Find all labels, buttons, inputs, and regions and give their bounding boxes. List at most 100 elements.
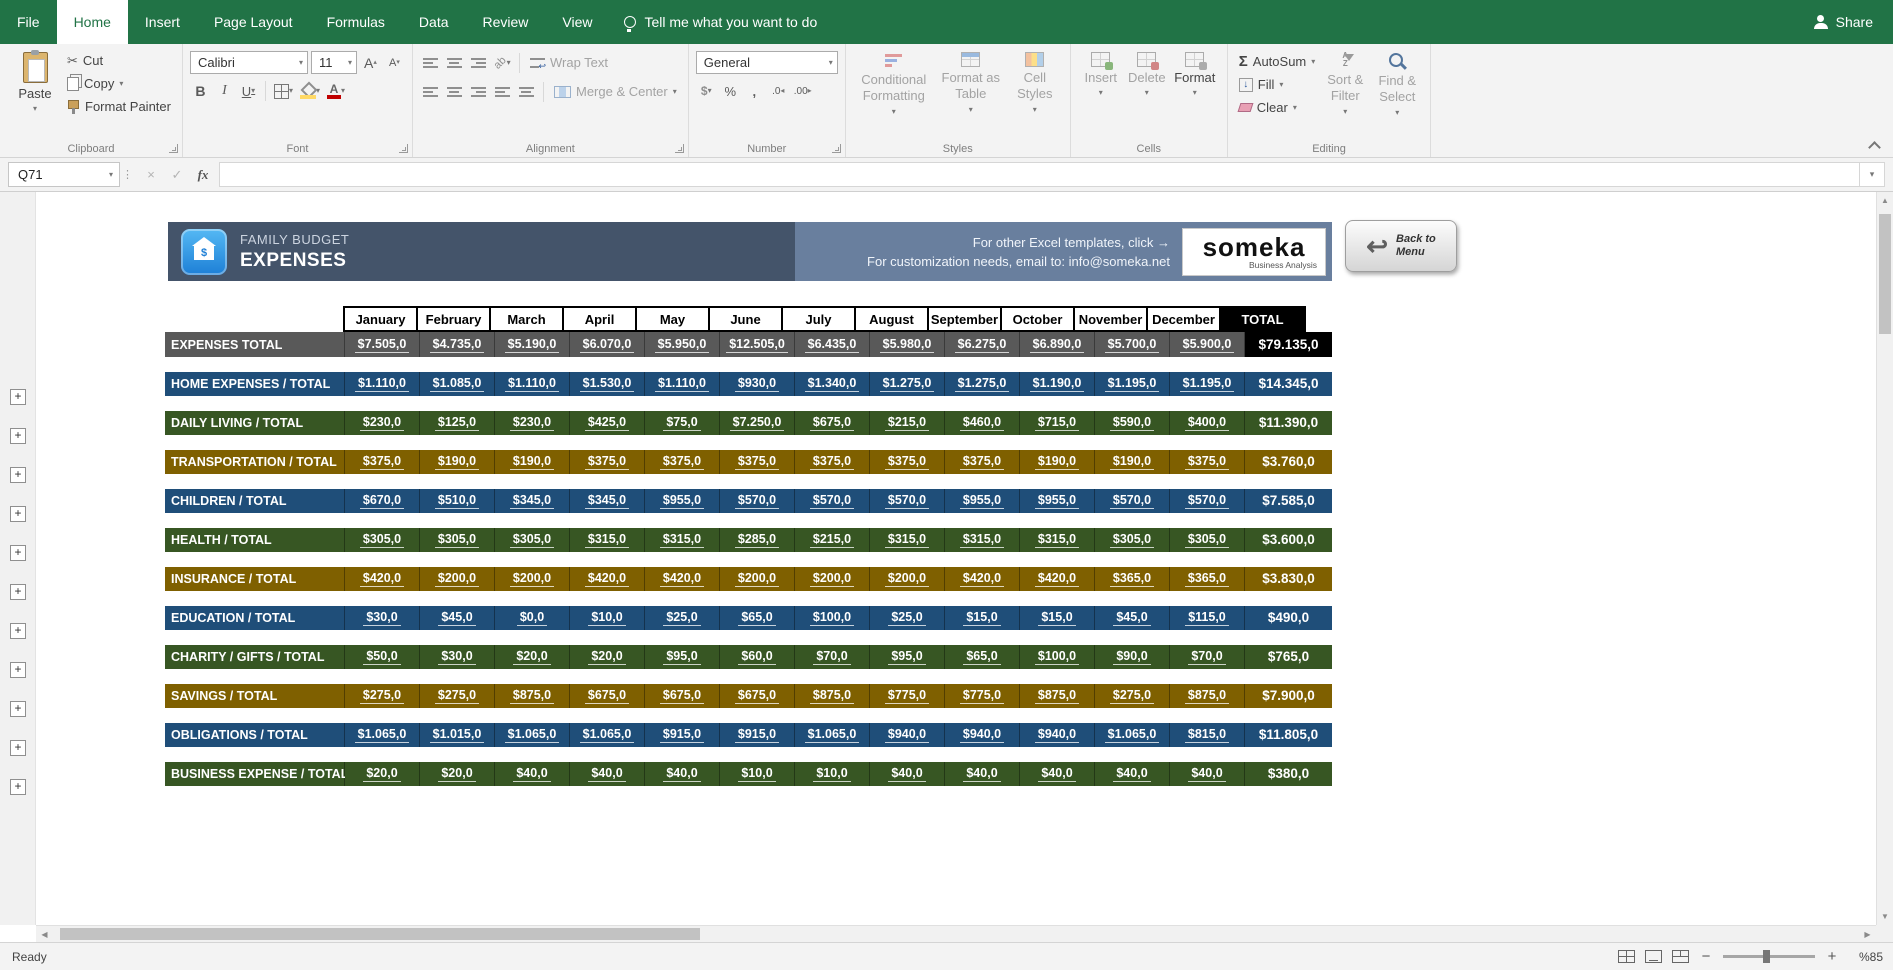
category-label-cell[interactable]: DAILY LIVING / TOTAL <box>165 411 345 435</box>
category-value-cell-april[interactable]: $20,0 <box>570 645 645 669</box>
category-value-cell-july[interactable]: $875,0 <box>795 684 870 708</box>
category-value-cell-january[interactable]: $1.065,0 <box>345 723 420 747</box>
category-value-cell-april[interactable]: $425,0 <box>570 411 645 435</box>
category-value-cell-february[interactable]: $30,0 <box>420 645 495 669</box>
category-value-cell-october[interactable]: $940,0 <box>1020 723 1095 747</box>
ribbon-tab-insert[interactable]: Insert <box>128 0 197 44</box>
format-as-table-button[interactable]: Format as Table ▾ <box>935 49 1007 135</box>
ribbon-tab-formulas[interactable]: Formulas <box>310 0 402 44</box>
category-value-cell-march[interactable]: $875,0 <box>495 684 570 708</box>
category-value-cell-november[interactable]: $40,0 <box>1095 762 1170 786</box>
expenses-total-cell-june[interactable]: $12.505,0 <box>720 332 795 357</box>
expenses-total-cell-november[interactable]: $5.700,0 <box>1095 332 1170 357</box>
category-value-cell-august[interactable]: $375,0 <box>870 450 945 474</box>
category-value-cell-february[interactable]: $510,0 <box>420 489 495 513</box>
outline-expand-button[interactable]: + <box>10 545 26 561</box>
month-header-cell-september[interactable]: September <box>927 306 1002 332</box>
increase-indent-button[interactable] <box>516 81 537 103</box>
cancel-icon[interactable]: × <box>139 163 163 187</box>
category-value-cell-november[interactable]: $365,0 <box>1095 567 1170 591</box>
horizontal-scrollbar[interactable]: ◀ ▶ <box>36 925 1876 942</box>
category-value-cell-july[interactable]: $675,0 <box>795 411 870 435</box>
category-value-cell-february[interactable]: $190,0 <box>420 450 495 474</box>
category-value-cell-january[interactable]: $305,0 <box>345 528 420 552</box>
decrease-font-size-button[interactable]: A▾ <box>384 52 405 74</box>
category-value-cell-january[interactable]: $375,0 <box>345 450 420 474</box>
category-value-cell-march[interactable]: $190,0 <box>495 450 570 474</box>
category-value-cell-december[interactable]: $570,0 <box>1170 489 1245 513</box>
borders-button[interactable]: ▾ <box>272 80 295 102</box>
category-value-cell-april[interactable]: $375,0 <box>570 450 645 474</box>
conditional-formatting-button[interactable]: Conditional Formatting ▾ <box>853 49 935 135</box>
category-value-cell-november[interactable]: $45,0 <box>1095 606 1170 630</box>
category-value-cell-august[interactable]: $570,0 <box>870 489 945 513</box>
category-value-cell-april[interactable]: $1.530,0 <box>570 372 645 396</box>
category-value-cell-april[interactable]: $315,0 <box>570 528 645 552</box>
category-value-cell-january[interactable]: $275,0 <box>345 684 420 708</box>
format-cells-button[interactable]: Format ▾ <box>1170 49 1220 135</box>
expenses-total-cell-may[interactable]: $5.950,0 <box>645 332 720 357</box>
category-value-cell-august[interactable]: $95,0 <box>870 645 945 669</box>
category-value-cell-april[interactable]: $10,0 <box>570 606 645 630</box>
category-value-cell-november[interactable]: $1.195,0 <box>1095 372 1170 396</box>
category-value-cell-september[interactable]: $955,0 <box>945 489 1020 513</box>
zoom-slider[interactable] <box>1723 955 1815 958</box>
increase-font-size-button[interactable]: A▴ <box>360 52 381 74</box>
category-value-cell-september[interactable]: $420,0 <box>945 567 1020 591</box>
outline-expand-button[interactable]: + <box>10 506 26 522</box>
underline-button[interactable]: U▾ <box>238 80 259 102</box>
zoom-slider-thumb[interactable] <box>1763 950 1770 963</box>
category-value-cell-october[interactable]: $420,0 <box>1020 567 1095 591</box>
horizontal-scroll-thumb[interactable] <box>60 928 700 940</box>
category-value-cell-june[interactable]: $65,0 <box>720 606 795 630</box>
category-value-cell-june[interactable]: $375,0 <box>720 450 795 474</box>
comma-style-button[interactable]: , <box>744 80 765 102</box>
tell-me-box[interactable]: Tell me what you want to do <box>624 0 818 44</box>
category-value-cell-june[interactable]: $10,0 <box>720 762 795 786</box>
page-break-view-icon[interactable] <box>1672 950 1689 963</box>
outline-expand-button[interactable]: + <box>10 740 26 756</box>
category-value-cell-april[interactable]: $1.065,0 <box>570 723 645 747</box>
category-value-cell-december[interactable]: $40,0 <box>1170 762 1245 786</box>
clear-button[interactable]: Clear ▾ <box>1235 96 1320 119</box>
vertical-scroll-thumb[interactable] <box>1879 214 1891 334</box>
category-value-cell-february[interactable]: $305,0 <box>420 528 495 552</box>
category-value-cell-may[interactable]: $915,0 <box>645 723 720 747</box>
category-value-cell-january[interactable]: $20,0 <box>345 762 420 786</box>
copy-button[interactable]: Copy ▾ <box>63 72 175 95</box>
category-value-cell-october[interactable]: $315,0 <box>1020 528 1095 552</box>
month-header-cell-july[interactable]: July <box>781 306 856 332</box>
scroll-left-button[interactable]: ◀ <box>36 926 53 942</box>
category-value-cell-may[interactable]: $95,0 <box>645 645 720 669</box>
formula-bar-expand-icon[interactable]: ▾ <box>1859 162 1885 187</box>
category-value-cell-september[interactable]: $460,0 <box>945 411 1020 435</box>
category-value-cell-may[interactable]: $40,0 <box>645 762 720 786</box>
category-label-cell[interactable]: HOME EXPENSES / TOTAL <box>165 372 345 396</box>
category-total-cell[interactable]: $7.585,0 <box>1245 489 1332 513</box>
insert-cells-button[interactable]: Insert ▾ <box>1078 49 1124 135</box>
category-value-cell-august[interactable]: $1.275,0 <box>870 372 945 396</box>
enter-icon[interactable]: ✓ <box>165 163 189 187</box>
scroll-up-button[interactable]: ▲ <box>1877 192 1893 209</box>
category-total-cell[interactable]: $3.830,0 <box>1245 567 1332 591</box>
category-value-cell-october[interactable]: $190,0 <box>1020 450 1095 474</box>
category-value-cell-september[interactable]: $775,0 <box>945 684 1020 708</box>
category-value-cell-january[interactable]: $670,0 <box>345 489 420 513</box>
category-value-cell-october[interactable]: $1.190,0 <box>1020 372 1095 396</box>
month-header-cell-may[interactable]: May <box>635 306 710 332</box>
outline-expand-button[interactable]: + <box>10 779 26 795</box>
category-total-cell[interactable]: $3.600,0 <box>1245 528 1332 552</box>
zoom-out-button[interactable]: − <box>1699 949 1713 964</box>
category-value-cell-december[interactable]: $70,0 <box>1170 645 1245 669</box>
category-value-cell-july[interactable]: $10,0 <box>795 762 870 786</box>
zoom-in-button[interactable]: + <box>1825 949 1839 964</box>
category-value-cell-december[interactable]: $305,0 <box>1170 528 1245 552</box>
category-value-cell-december[interactable]: $365,0 <box>1170 567 1245 591</box>
category-value-cell-april[interactable]: $345,0 <box>570 489 645 513</box>
category-label-cell[interactable]: TRANSPORTATION / TOTAL <box>165 450 345 474</box>
expenses-total-cell-january[interactable]: $7.505,0 <box>345 332 420 357</box>
month-header-cell-february[interactable]: February <box>416 306 491 332</box>
category-value-cell-march[interactable]: $345,0 <box>495 489 570 513</box>
month-header-cell-november[interactable]: November <box>1073 306 1148 332</box>
category-value-cell-july[interactable]: $70,0 <box>795 645 870 669</box>
